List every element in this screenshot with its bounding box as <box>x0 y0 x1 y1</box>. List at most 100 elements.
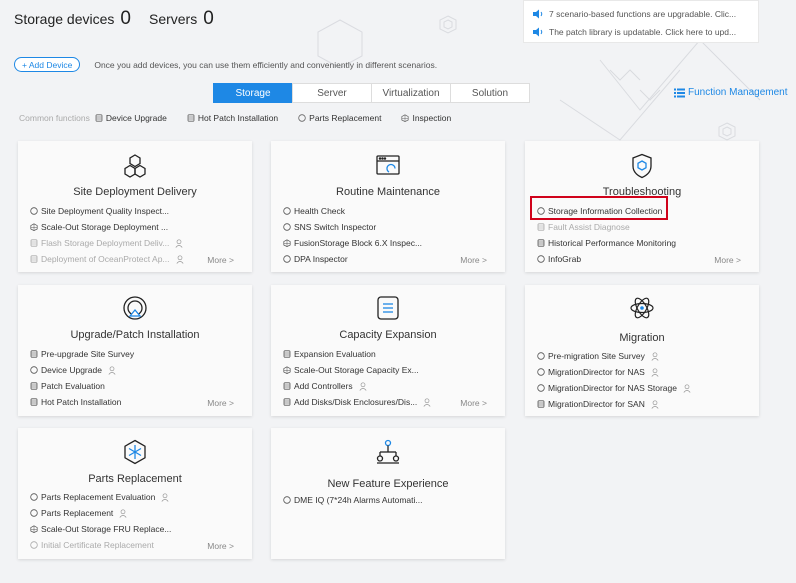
cluster-icon <box>401 114 410 122</box>
common-function-label: Inspection <box>412 113 452 123</box>
tab-solution[interactable]: Solution <box>450 83 530 103</box>
more-link[interactable]: More > <box>207 255 234 265</box>
db-icon <box>30 239 38 247</box>
add-device-button[interactable]: + Add Device <box>14 57 81 72</box>
monitor-icon <box>376 155 400 175</box>
notice-text: 7 scenario-based functions are upgradabl… <box>549 9 737 19</box>
scenario-item[interactable]: Storage Information Collection <box>537 203 751 219</box>
scenario-item[interactable]: Patch Evaluation <box>30 378 244 394</box>
person-icon <box>175 238 183 248</box>
db-icon <box>30 350 38 358</box>
notice-text: The patch library is updatable. Click he… <box>549 27 737 37</box>
scenario-item[interactable]: Parts Replacement Evaluation <box>30 489 244 505</box>
scenario-item[interactable]: FusionStorage Block 6.X Inspec... <box>283 235 497 251</box>
circle-icon <box>283 207 291 215</box>
scenario-item[interactable]: Scale-Out Storage Capacity Ex... <box>283 362 497 378</box>
scenario-item-label: Parts Replacement Evaluation <box>41 492 156 502</box>
common-function-item[interactable]: Device Upgrade <box>95 113 167 123</box>
common-function-item[interactable]: Inspection <box>401 113 451 123</box>
scenario-item[interactable]: Scale-Out Storage FRU Replace... <box>30 521 244 537</box>
speaker-icon <box>533 9 543 19</box>
cluster-icon <box>30 525 38 533</box>
tab-storage[interactable]: Storage <box>213 83 293 103</box>
scenario-item-label: Deployment of OceanProtect Ap... <box>41 254 170 264</box>
scenario-item-label: Historical Performance Monitoring <box>548 238 677 248</box>
db-icon <box>30 398 38 406</box>
db-icon <box>537 223 545 231</box>
person-icon <box>423 397 431 407</box>
db-icon <box>283 382 291 390</box>
circle-icon <box>537 352 545 360</box>
scenario-item-label: Health Check <box>294 206 346 216</box>
tab-virtualization[interactable]: Virtualization <box>371 83 451 103</box>
scenario-item[interactable]: Expansion Evaluation <box>283 346 497 362</box>
scenario-item-label: SNS Switch Inspector <box>294 222 377 232</box>
scenario-item-label: Pre-upgrade Site Survey <box>41 349 135 359</box>
scenario-item[interactable]: Pre-migration Site Survey <box>537 348 751 364</box>
more-link[interactable]: More > <box>207 541 234 551</box>
scenario-item-label: Scale-Out Storage Deployment ... <box>41 222 169 232</box>
scenario-item[interactable]: Add Controllers <box>283 378 497 394</box>
scenario-item-label: Device Upgrade <box>41 365 102 375</box>
scenario-item[interactable]: Device Upgrade <box>30 362 244 378</box>
scenario-item[interactable]: SNS Switch Inspector <box>283 219 497 235</box>
tab-server[interactable]: Server <box>292 83 372 103</box>
storage-devices-count: 0 <box>120 8 131 29</box>
scenario-item[interactable]: Pre-upgrade Site Survey <box>30 346 244 362</box>
notice-upgradable[interactable]: 7 scenario-based functions are upgradabl… <box>532 5 750 23</box>
person-icon <box>161 492 169 502</box>
scenario-item[interactable]: Site Deployment Quality Inspect... <box>30 203 244 219</box>
function-management-link[interactable]: Function Management <box>674 87 788 98</box>
db-icon <box>537 239 545 247</box>
common-function-item[interactable]: Parts Replacement <box>298 113 381 123</box>
more-link[interactable]: More > <box>207 398 234 408</box>
person-icon <box>176 254 183 264</box>
card-title: Site Deployment Delivery <box>73 186 197 198</box>
scenario-card: Troubleshooting Storage Information Colle… <box>525 141 759 272</box>
scenario-item-label: DME IQ (7*24h Alarms Automati... <box>294 495 423 505</box>
scenario-item[interactable]: Fault Assist Diagnose <box>537 219 751 235</box>
scenario-item-label: Add Disks/Disk Enclosures/Dis... <box>294 397 418 407</box>
cluster-icon <box>30 223 38 231</box>
speaker-icon <box>533 27 543 37</box>
scenario-item[interactable]: MigrationDirector for NAS <box>537 364 751 380</box>
notice-patch-library[interactable]: The patch library is updatable. Click he… <box>532 23 750 41</box>
scenario-item[interactable]: Scale-Out Storage Deployment ... <box>30 219 244 235</box>
common-function-item[interactable]: Hot Patch Installation <box>187 113 278 123</box>
scenario-item[interactable]: DME IQ (7*24h Alarms Automati... <box>283 492 497 508</box>
circle-icon <box>537 368 545 376</box>
scenario-item-label: Fault Assist Diagnose <box>548 222 630 232</box>
scenario-item[interactable]: Flash Storage Deployment Deliv... <box>30 235 244 251</box>
function-management-label: Function Management <box>688 87 788 98</box>
stack-icon <box>377 296 399 320</box>
more-link[interactable]: More > <box>460 255 487 265</box>
scenario-item-label: Patch Evaluation <box>41 381 105 391</box>
scenario-item[interactable]: Parts Replacement <box>30 505 244 521</box>
person-icon <box>683 383 691 393</box>
scenario-item-label: Expansion Evaluation <box>294 349 376 359</box>
scenario-item-label: MigrationDirector for NAS Storage <box>548 383 677 393</box>
scenario-item[interactable]: Historical Performance Monitoring <box>537 235 751 251</box>
scenario-card: Capacity Expansion Expansion Evaluation Sc… <box>271 285 505 416</box>
db-icon <box>187 114 195 122</box>
scenario-item[interactable]: Health Check <box>283 203 497 219</box>
db-icon <box>283 350 291 358</box>
scenario-item-label: Scale-Out Storage Capacity Ex... <box>294 365 419 375</box>
device-summary: Storage devices 0 Servers 0 <box>14 8 232 30</box>
scenario-card: New Feature Experience DME IQ (7*24h Alar… <box>271 428 505 559</box>
more-link[interactable]: More > <box>714 255 741 265</box>
circle-icon <box>30 493 38 501</box>
circle-icon <box>283 255 291 263</box>
card-item-list: DME IQ (7*24h Alarms Automati... <box>283 492 497 508</box>
scenario-item-label: Add Controllers <box>294 381 353 391</box>
more-link[interactable]: More > <box>460 398 487 408</box>
cluster-icon <box>283 239 291 247</box>
atom-icon <box>630 297 654 319</box>
scenario-item[interactable]: MigrationDirector for NAS Storage <box>537 380 751 396</box>
scenario-item[interactable]: MigrationDirector for SAN <box>537 396 751 412</box>
db-icon <box>537 400 545 408</box>
db-icon <box>30 382 38 390</box>
circle-icon <box>30 541 38 549</box>
person-icon <box>359 381 367 391</box>
card-title: Troubleshooting <box>602 186 682 198</box>
